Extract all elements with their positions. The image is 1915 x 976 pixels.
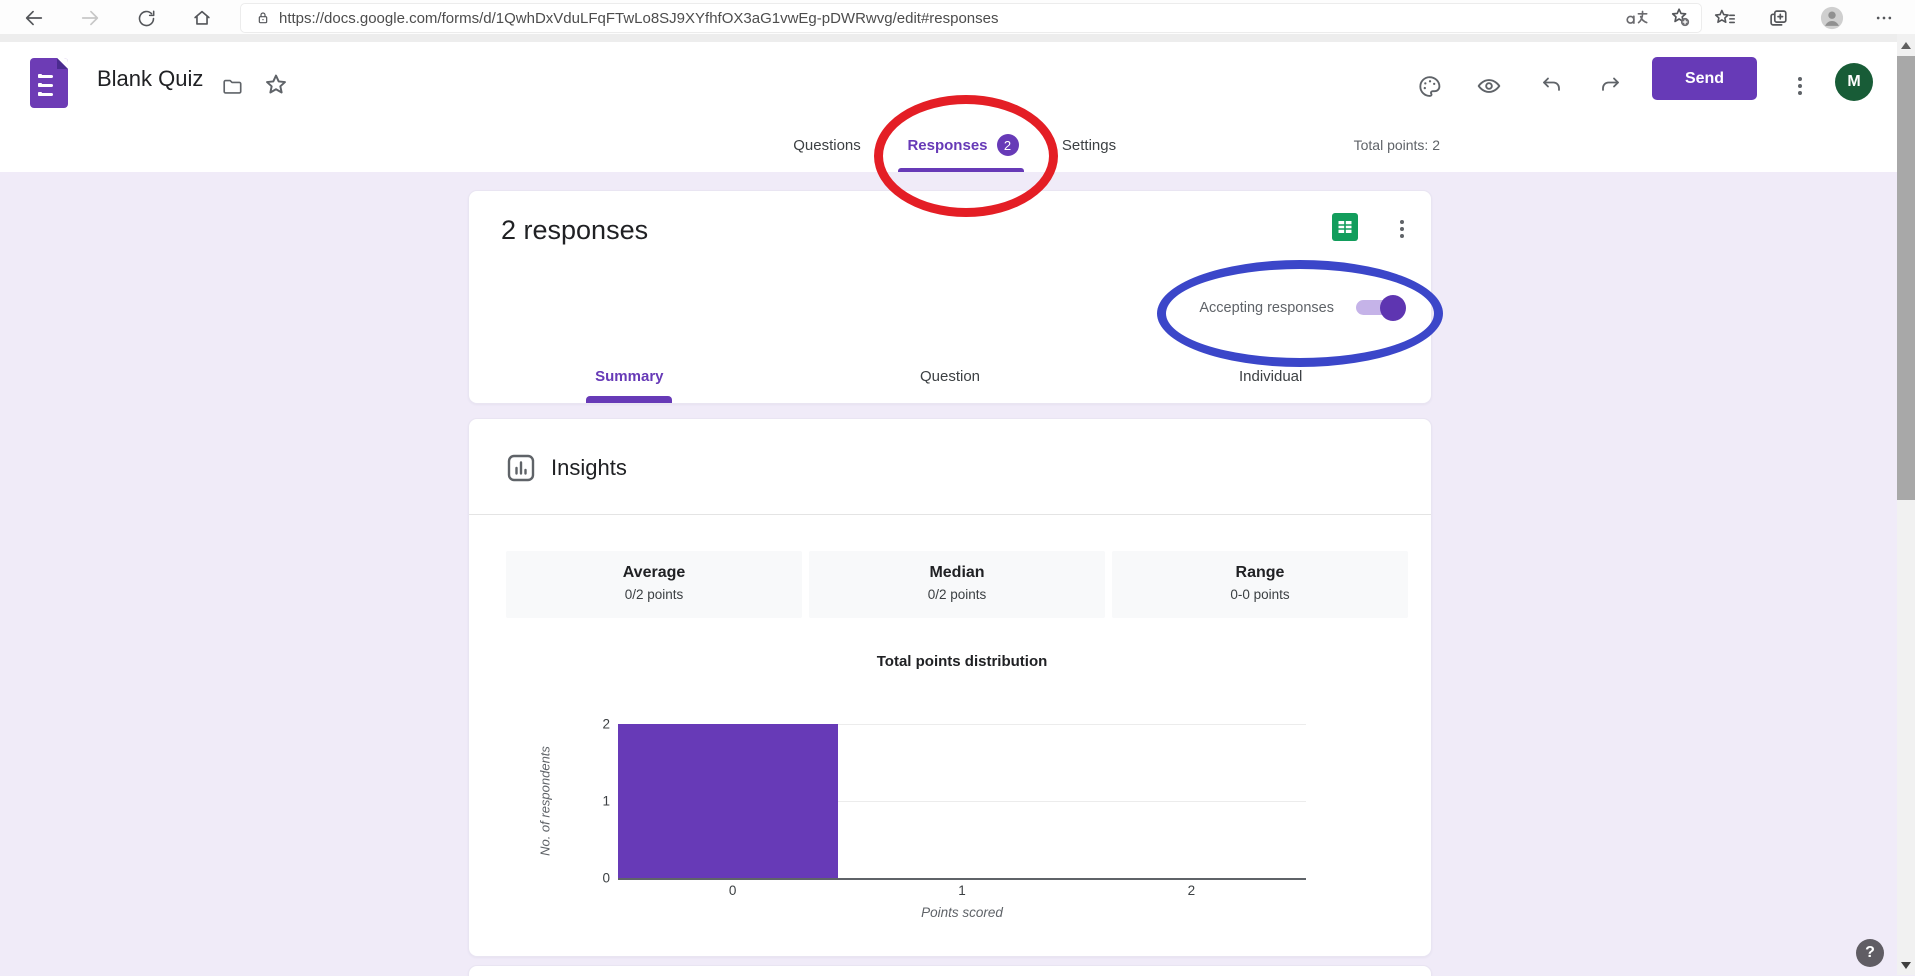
logo-line bbox=[38, 93, 53, 97]
google-sheets-icon bbox=[1332, 213, 1358, 241]
insights-chart-icon bbox=[506, 453, 536, 483]
chart-ytick-label: 2 bbox=[602, 717, 610, 732]
browser-home-button[interactable] bbox=[190, 6, 214, 30]
accepting-responses-toggle[interactable] bbox=[1356, 300, 1403, 315]
stat-average: Average 0/2 points bbox=[506, 551, 802, 618]
translate-icon bbox=[1625, 7, 1649, 27]
forms-header: Blank Quiz Send M bbox=[0, 42, 1897, 118]
google-forms-logo[interactable] bbox=[30, 58, 68, 108]
subtab-individual[interactable]: Individual bbox=[1110, 349, 1431, 403]
logo-line bbox=[38, 75, 53, 79]
redo-icon bbox=[1598, 74, 1622, 98]
scroll-up-arrow-icon[interactable] bbox=[1901, 42, 1911, 49]
browser-refresh-button[interactable] bbox=[134, 6, 158, 30]
home-icon bbox=[191, 7, 213, 29]
customize-theme-button[interactable] bbox=[1415, 72, 1443, 100]
insights-card: Insights Average 0/2 points Median 0/2 p… bbox=[468, 418, 1432, 957]
logo-line bbox=[38, 84, 53, 88]
folder-icon bbox=[220, 76, 244, 98]
back-arrow-icon bbox=[23, 7, 45, 29]
screen: https://docs.google.com/forms/d/1QwhDxVd… bbox=[0, 0, 1915, 975]
add-favorite-button[interactable] bbox=[1669, 6, 1691, 28]
responses-count-title: 2 responses bbox=[501, 215, 648, 246]
chart-y-axis-label: No. of respondents bbox=[538, 746, 553, 856]
active-subtab-indicator bbox=[586, 396, 672, 403]
chart-xtick-label: 1 bbox=[958, 883, 966, 898]
chart-ytick-label: 0 bbox=[602, 871, 610, 886]
eye-icon bbox=[1476, 73, 1502, 99]
main-tabs-row: Questions Responses 2 Settings Total poi… bbox=[0, 118, 1897, 172]
chart-xtick-label: 0 bbox=[729, 883, 737, 898]
chart-x-axis-label: Points scored bbox=[618, 905, 1306, 920]
scrollbar bbox=[1897, 34, 1915, 975]
address-bar[interactable]: https://docs.google.com/forms/d/1QwhDxVd… bbox=[240, 3, 1702, 33]
star-icon bbox=[263, 72, 289, 98]
collections-button[interactable] bbox=[1766, 6, 1790, 30]
active-tab-indicator bbox=[898, 168, 1024, 172]
palette-icon bbox=[1417, 74, 1442, 99]
form-more-menu-button[interactable] bbox=[1786, 72, 1814, 100]
toggle-knob bbox=[1380, 295, 1406, 321]
undo-button[interactable] bbox=[1538, 72, 1566, 100]
more-vert-icon bbox=[1798, 77, 1802, 95]
account-avatar[interactable]: M bbox=[1835, 63, 1873, 101]
divider bbox=[469, 514, 1431, 515]
browser-back-button[interactable] bbox=[22, 6, 46, 30]
document-title[interactable]: Blank Quiz bbox=[97, 66, 203, 92]
chrome-bottom-strip bbox=[0, 34, 1897, 42]
star-plus-icon bbox=[1669, 6, 1691, 28]
preview-button[interactable] bbox=[1475, 72, 1503, 100]
total-points-label: Total points: 2 bbox=[1354, 118, 1440, 172]
url-text: https://docs.google.com/forms/d/1QwhDxVd… bbox=[279, 10, 999, 27]
redo-button[interactable] bbox=[1596, 72, 1624, 100]
chart-yaxis: 012 bbox=[572, 724, 610, 878]
browser-forward-button[interactable] bbox=[78, 6, 102, 30]
next-card-partial bbox=[468, 965, 1432, 976]
translate-button[interactable] bbox=[1625, 7, 1649, 27]
chart-title: Total points distribution bbox=[618, 653, 1306, 670]
scrollbar-thumb[interactable] bbox=[1897, 56, 1915, 500]
send-button[interactable]: Send bbox=[1652, 57, 1757, 100]
chart-plot bbox=[618, 724, 1306, 880]
star-form-button[interactable] bbox=[262, 71, 290, 99]
stat-median: Median 0/2 points bbox=[809, 551, 1105, 618]
lock-icon bbox=[255, 10, 271, 26]
help-button[interactable]: ? bbox=[1856, 939, 1884, 967]
ellipsis-icon bbox=[1874, 8, 1894, 28]
move-to-folder-button[interactable] bbox=[218, 73, 246, 101]
refresh-icon bbox=[136, 8, 157, 29]
scroll-down-arrow-icon[interactable] bbox=[1901, 962, 1911, 969]
view-in-sheets-button[interactable] bbox=[1332, 213, 1358, 241]
chart-xtick-label: 2 bbox=[1188, 883, 1196, 898]
profile-avatar-icon bbox=[1820, 5, 1844, 31]
chart-ytick-label: 1 bbox=[602, 794, 610, 809]
insights-title: Insights bbox=[551, 455, 627, 481]
responses-count-badge: 2 bbox=[997, 134, 1019, 156]
more-vert-icon bbox=[1400, 220, 1404, 238]
tab-questions[interactable]: Questions bbox=[781, 118, 873, 172]
tab-settings[interactable]: Settings bbox=[1051, 118, 1127, 172]
tab-responses[interactable]: Responses 2 bbox=[896, 118, 1030, 172]
browser-toolbar: https://docs.google.com/forms/d/1QwhDxVd… bbox=[0, 0, 1915, 34]
subtab-question[interactable]: Question bbox=[790, 349, 1111, 403]
stat-range: Range 0-0 points bbox=[1112, 551, 1408, 618]
chart-xaxis: 0 1 2 bbox=[618, 883, 1306, 901]
forward-arrow-icon bbox=[79, 7, 101, 29]
favorites-bar-button[interactable] bbox=[1712, 6, 1736, 30]
browser-menu-button[interactable] bbox=[1872, 6, 1896, 30]
response-view-tabs: Summary Question Individual bbox=[469, 349, 1431, 403]
subtab-summary[interactable]: Summary bbox=[469, 349, 790, 403]
undo-icon bbox=[1540, 74, 1564, 98]
favorites-star-icon bbox=[1713, 7, 1736, 29]
responses-card: 2 responses Accepting responses Summary … bbox=[468, 190, 1432, 404]
browser-profile-button[interactable] bbox=[1820, 6, 1844, 30]
chart-bar bbox=[618, 724, 838, 878]
responses-more-menu-button[interactable] bbox=[1393, 215, 1411, 243]
collections-icon bbox=[1767, 7, 1789, 29]
accepting-responses-label: Accepting responses bbox=[1129, 300, 1334, 316]
